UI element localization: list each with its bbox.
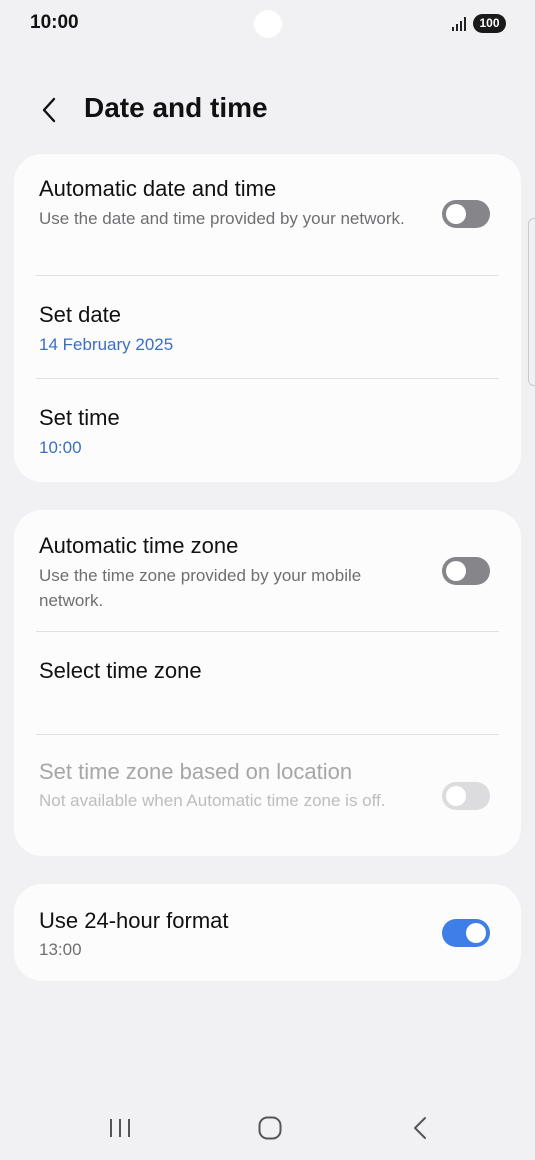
edge-panel-handle[interactable] bbox=[528, 218, 535, 386]
automatic-date-time-toggle[interactable] bbox=[442, 200, 490, 228]
camera-cutout bbox=[254, 10, 282, 38]
location-time-zone-subtitle: Not available when Automatic time zone i… bbox=[39, 791, 386, 810]
navigation-bar bbox=[0, 1100, 535, 1160]
automatic-time-zone-title: Automatic time zone bbox=[39, 533, 239, 558]
toggle-knob bbox=[446, 561, 466, 581]
row-select-time-zone[interactable]: Select time zone bbox=[14, 632, 521, 734]
toggle-knob bbox=[446, 204, 466, 224]
row-set-time[interactable]: Set time 10:00 bbox=[14, 379, 521, 482]
nav-back-button[interactable] bbox=[390, 1108, 450, 1148]
recent-apps-button[interactable] bbox=[90, 1108, 150, 1148]
status-bar: 10:00 100 bbox=[0, 0, 535, 48]
status-time: 10:00 bbox=[30, 12, 79, 33]
row-automatic-time-zone[interactable]: Automatic time zone Use the time zone pr… bbox=[14, 510, 521, 631]
use-24-hour-title: Use 24-hour format bbox=[39, 908, 229, 933]
back-button[interactable] bbox=[32, 92, 66, 128]
card-date-time: Automatic date and time Use the date and… bbox=[14, 154, 521, 482]
automatic-date-time-title: Automatic date and time bbox=[39, 176, 277, 201]
set-date-title: Set date bbox=[39, 302, 121, 327]
row-set-date[interactable]: Set date 14 February 2025 bbox=[14, 276, 521, 378]
row-automatic-date-time[interactable]: Automatic date and time Use the date and… bbox=[14, 154, 521, 275]
use-24-hour-value: 13:00 bbox=[39, 940, 82, 959]
card-time-zone: Automatic time zone Use the time zone pr… bbox=[14, 510, 521, 856]
chevron-left-icon bbox=[42, 97, 56, 123]
set-date-value: 14 February 2025 bbox=[39, 335, 174, 354]
set-time-value: 10:00 bbox=[39, 438, 82, 457]
row-24-hour-format[interactable]: Use 24-hour format 13:00 bbox=[14, 884, 521, 981]
location-time-zone-toggle bbox=[442, 782, 490, 810]
toggle-knob bbox=[446, 786, 466, 806]
row-location-time-zone: Set time zone based on location Not avai… bbox=[14, 735, 521, 856]
use-24-hour-toggle[interactable] bbox=[442, 919, 490, 947]
home-icon bbox=[258, 1116, 282, 1140]
automatic-date-time-subtitle: Use the date and time provided by your n… bbox=[39, 209, 405, 228]
signal-icon bbox=[452, 15, 468, 31]
location-time-zone-title: Set time zone based on location bbox=[39, 759, 353, 784]
battery-icon: 100 bbox=[473, 14, 506, 33]
app-header: Date and time bbox=[0, 84, 535, 136]
recent-apps-icon bbox=[110, 1119, 130, 1137]
nav-back-icon bbox=[414, 1117, 426, 1139]
home-button[interactable] bbox=[240, 1108, 300, 1148]
select-time-zone-title: Select time zone bbox=[39, 658, 202, 683]
card-format: Use 24-hour format 13:00 bbox=[14, 884, 521, 981]
toggle-knob bbox=[466, 923, 486, 943]
page-title: Date and time bbox=[84, 92, 268, 123]
set-time-title: Set time bbox=[39, 405, 120, 430]
automatic-time-zone-subtitle: Use the time zone provided by your mobil… bbox=[39, 566, 362, 610]
automatic-time-zone-toggle[interactable] bbox=[442, 557, 490, 585]
